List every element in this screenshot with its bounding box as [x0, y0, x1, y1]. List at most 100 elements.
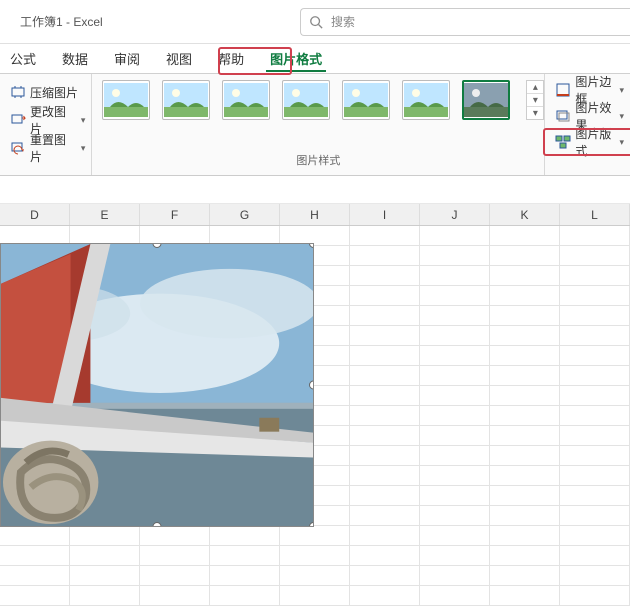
cell[interactable] [280, 566, 350, 586]
tab-help[interactable]: 帮助 [214, 45, 248, 72]
cell[interactable] [490, 546, 560, 566]
col-header[interactable]: G [210, 204, 280, 225]
cell[interactable] [350, 486, 420, 506]
cell[interactable] [350, 526, 420, 546]
cell[interactable] [350, 366, 420, 386]
col-header[interactable]: H [280, 204, 350, 225]
cell[interactable] [350, 246, 420, 266]
cell[interactable] [420, 486, 490, 506]
cell[interactable] [490, 226, 560, 246]
cell[interactable] [560, 226, 630, 246]
style-thumb-7[interactable] [462, 80, 510, 120]
search-box[interactable]: 搜索 [300, 8, 630, 36]
cell[interactable] [210, 546, 280, 566]
cell[interactable] [140, 546, 210, 566]
cell[interactable] [210, 586, 280, 606]
col-header[interactable]: L [560, 204, 630, 225]
cell[interactable] [560, 246, 630, 266]
col-header[interactable]: K [490, 204, 560, 225]
cell[interactable] [490, 506, 560, 526]
cell[interactable] [490, 286, 560, 306]
col-header[interactable]: E [70, 204, 140, 225]
cell[interactable] [0, 566, 70, 586]
cell[interactable] [140, 586, 210, 606]
picture-layout-button[interactable]: 图片版式 ▾ [551, 130, 628, 154]
cell[interactable] [490, 426, 560, 446]
cell[interactable] [490, 346, 560, 366]
cell[interactable] [350, 386, 420, 406]
cell[interactable] [420, 586, 490, 606]
cell[interactable] [280, 546, 350, 566]
cell[interactable] [560, 446, 630, 466]
cell[interactable] [350, 546, 420, 566]
cell[interactable] [0, 526, 70, 546]
cell[interactable] [350, 466, 420, 486]
cell[interactable] [420, 426, 490, 446]
compress-picture-button[interactable]: 压缩图片 [6, 80, 89, 104]
cell[interactable] [490, 446, 560, 466]
cell[interactable] [70, 586, 140, 606]
cell[interactable] [420, 386, 490, 406]
change-picture-button[interactable]: 更改图片 ▾ [6, 108, 89, 132]
cell[interactable] [560, 466, 630, 486]
cell[interactable] [420, 506, 490, 526]
cell[interactable] [70, 526, 140, 546]
cell[interactable] [420, 526, 490, 546]
cell[interactable] [420, 566, 490, 586]
cell[interactable] [350, 426, 420, 446]
cell[interactable] [560, 286, 630, 306]
cell[interactable] [140, 526, 210, 546]
cell[interactable] [560, 266, 630, 286]
cell[interactable] [560, 406, 630, 426]
cell[interactable] [490, 246, 560, 266]
tab-formulas[interactable]: 公式 [6, 45, 40, 72]
cell[interactable] [420, 446, 490, 466]
resize-handle-s[interactable] [153, 522, 162, 527]
cell[interactable] [350, 406, 420, 426]
cell[interactable] [350, 326, 420, 346]
style-thumb-6[interactable] [402, 80, 450, 120]
reset-picture-button[interactable]: 重置图片 ▾ [6, 136, 89, 160]
cell[interactable] [420, 466, 490, 486]
cell[interactable] [0, 546, 70, 566]
cell[interactable] [490, 566, 560, 586]
cell[interactable] [140, 566, 210, 586]
cell[interactable] [420, 366, 490, 386]
cell[interactable] [350, 586, 420, 606]
cell[interactable] [560, 566, 630, 586]
cell[interactable] [420, 326, 490, 346]
cell[interactable] [70, 566, 140, 586]
cell[interactable] [560, 386, 630, 406]
tab-review[interactable]: 审阅 [110, 45, 144, 72]
style-thumb-3[interactable] [222, 80, 270, 120]
cell[interactable] [490, 386, 560, 406]
cell[interactable] [560, 526, 630, 546]
cell[interactable] [280, 586, 350, 606]
cell[interactable] [350, 506, 420, 526]
inserted-picture[interactable] [0, 243, 314, 527]
cell[interactable] [350, 346, 420, 366]
col-header[interactable]: J [420, 204, 490, 225]
cell[interactable] [420, 546, 490, 566]
cell[interactable] [560, 306, 630, 326]
style-thumb-4[interactable] [282, 80, 330, 120]
cell[interactable] [560, 346, 630, 366]
cell[interactable] [350, 446, 420, 466]
cell[interactable] [490, 526, 560, 546]
style-thumb-1[interactable] [102, 80, 150, 120]
cell[interactable] [350, 566, 420, 586]
cell[interactable] [420, 286, 490, 306]
cell[interactable] [210, 566, 280, 586]
cell[interactable] [560, 366, 630, 386]
col-header[interactable]: F [140, 204, 210, 225]
cell[interactable] [420, 306, 490, 326]
cell[interactable] [560, 546, 630, 566]
cell[interactable] [420, 246, 490, 266]
cell[interactable] [420, 346, 490, 366]
tab-picture-format[interactable]: 图片格式 [266, 45, 326, 72]
cell[interactable] [420, 266, 490, 286]
cell[interactable] [210, 526, 280, 546]
cell[interactable] [420, 406, 490, 426]
cell[interactable] [350, 286, 420, 306]
cell[interactable] [490, 306, 560, 326]
